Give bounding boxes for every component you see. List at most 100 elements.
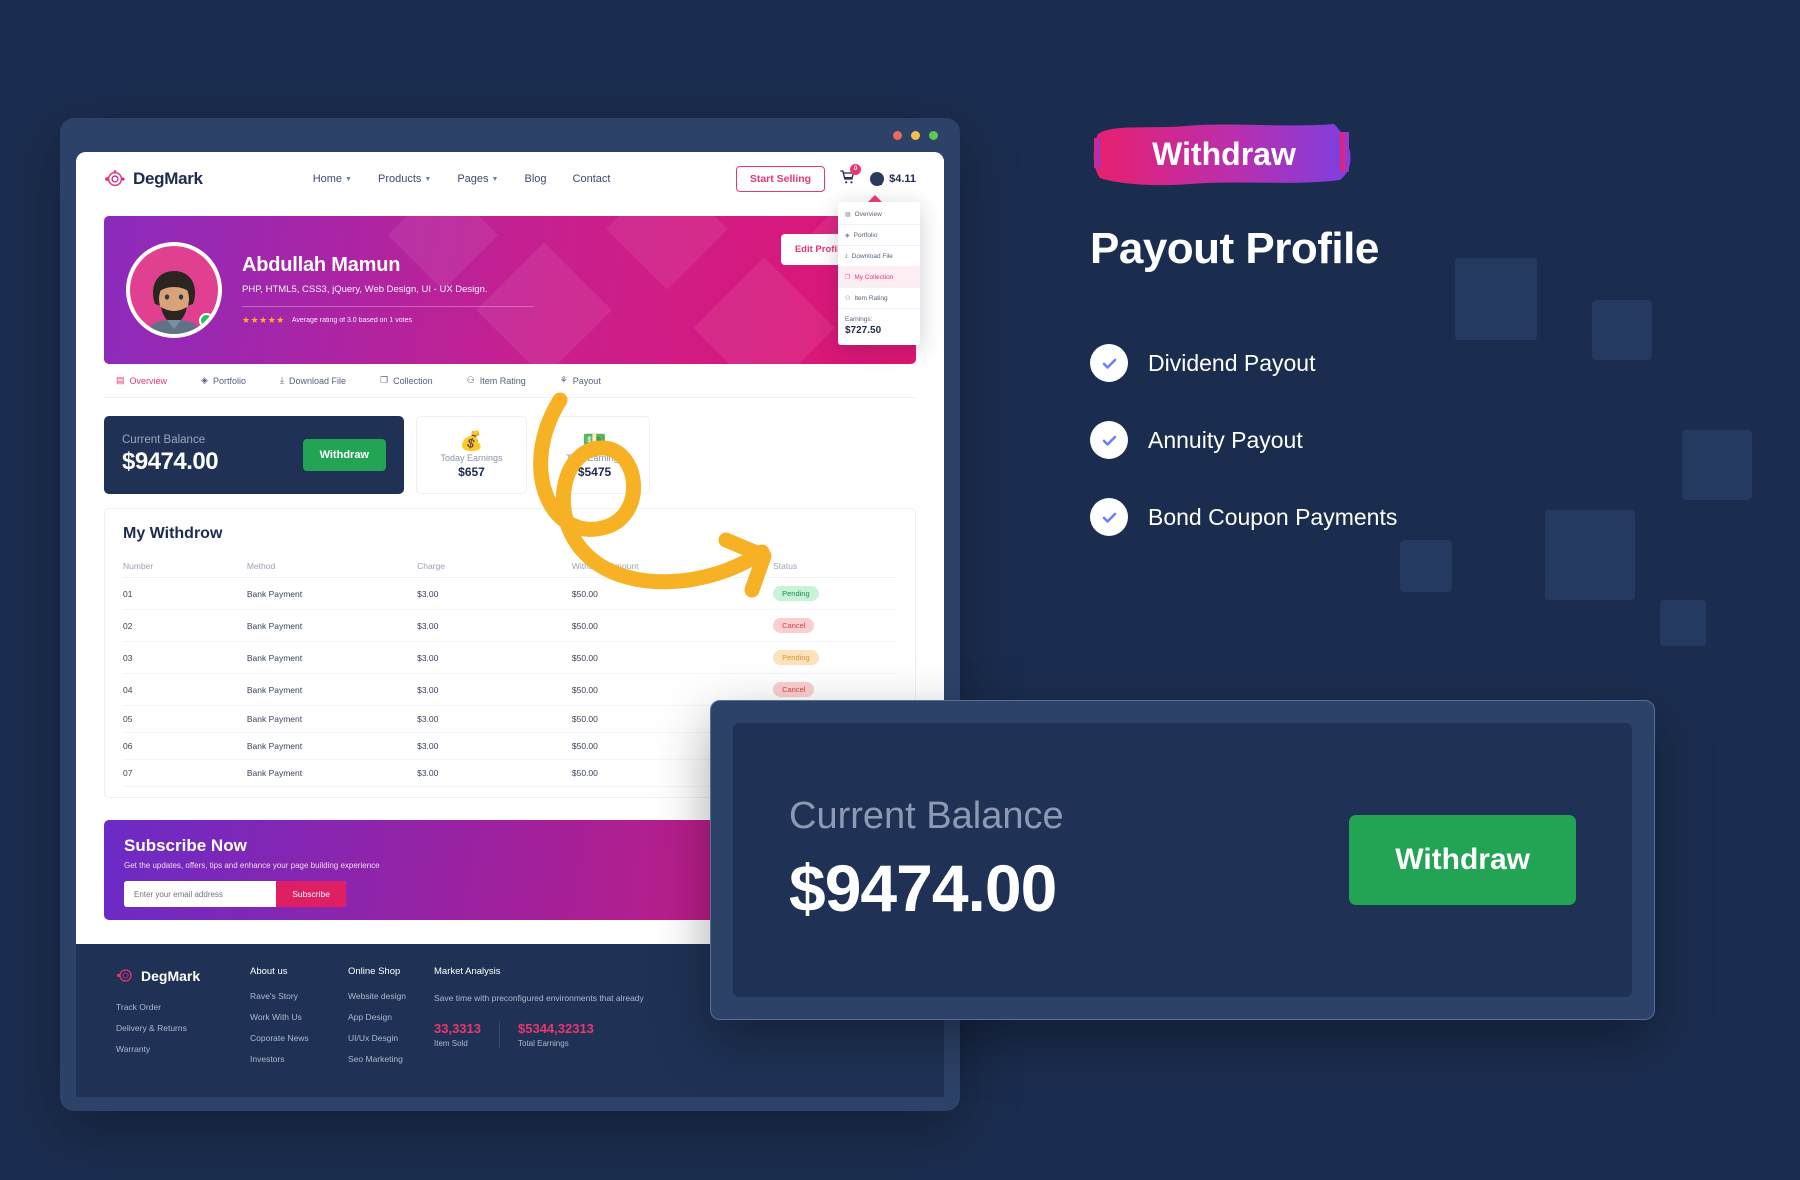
- row-number: 07: [123, 759, 247, 787]
- footer-about-column: About us Rave's Story Work With Us Copor…: [250, 966, 348, 1075]
- email-input[interactable]: [124, 881, 277, 907]
- cart-button[interactable]: 0: [839, 163, 862, 190]
- balance-zoom-callout: Current Balance $9474.00 Withdraw: [710, 700, 1655, 1020]
- nav-item-home[interactable]: Home ▼: [313, 173, 352, 185]
- total-earnings-value: $5475: [577, 464, 612, 479]
- col-status: Status: [773, 555, 897, 578]
- tab-collection[interactable]: ❐ Collection: [380, 375, 433, 386]
- tab-portfolio[interactable]: ◈ Portfolio: [201, 375, 246, 386]
- row-method: Bank Payment: [246, 759, 418, 787]
- table-row: 02 Bank Payment $3.00 $50.00 Cancel: [123, 609, 897, 642]
- row-method: Bank Payment: [246, 673, 418, 706]
- footer-heading-market-analysis: Market Analysis: [434, 966, 501, 977]
- footer-link-ui-ux-design[interactable]: UI/Ux Desgin: [348, 1033, 434, 1043]
- profile-skills: PHP, HTML5, CSS3, jQuery, Web Design, UI…: [242, 284, 488, 295]
- download-icon: ⤓: [279, 375, 284, 385]
- check-circle-icon: [1090, 344, 1128, 382]
- user-avatar-icon: [870, 172, 885, 186]
- money-stack-icon: 💵: [582, 430, 607, 452]
- checklist-label: Annuity Payout: [1148, 426, 1303, 453]
- window-maximize-dot[interactable]: [929, 130, 938, 140]
- today-earnings-value: $657: [458, 464, 485, 479]
- footer-link-work-with-us[interactable]: Work With Us: [250, 1012, 348, 1022]
- today-earnings-label: Today Earnings: [440, 452, 503, 463]
- footer-link-investors[interactable]: Investors: [250, 1054, 348, 1064]
- stat-value: 33,3313: [434, 1021, 481, 1037]
- row-charge: $3.00: [417, 641, 572, 674]
- nav-item-blog[interactable]: Blog: [524, 173, 546, 185]
- subscribe-button[interactable]: Subscribe: [276, 881, 346, 907]
- stat-value: $5344,32313: [518, 1021, 594, 1037]
- nav-item-contact[interactable]: Contact: [573, 173, 611, 185]
- footer-logo[interactable]: DegMark: [116, 966, 250, 985]
- withdraw-panel-title: My Withdrow: [123, 525, 223, 542]
- row-method: Bank Payment: [246, 732, 418, 760]
- brand-logo[interactable]: DegMark: [104, 168, 203, 190]
- row-charge: $3.00: [417, 759, 572, 787]
- total-earnings-card: 💵 Total Earnings $5475: [539, 416, 650, 494]
- footer-link-raves-story[interactable]: Rave's Story: [250, 991, 348, 1001]
- tab-payout[interactable]: ⚘ Payout: [560, 375, 601, 386]
- col-number: Number: [123, 555, 247, 578]
- col-charge: Charge: [417, 555, 572, 578]
- balance-amount: $4.11: [889, 173, 916, 185]
- footer-link-track-order[interactable]: Track Order: [116, 1002, 250, 1012]
- footer-link-website-design[interactable]: Website design: [348, 991, 434, 1001]
- bg-square: [1660, 600, 1706, 646]
- dropdown-item-download-file[interactable]: ⤓ Download File: [838, 246, 920, 267]
- window-minimize-dot[interactable]: [911, 130, 920, 140]
- balance-label: Current Balance: [122, 434, 206, 446]
- row-amount: $50.00: [571, 609, 774, 642]
- checklist-item-dividend-payout: Dividend Payout: [1090, 344, 1750, 382]
- window-titlebar: [60, 118, 960, 152]
- checklist-item-bond-coupon-payments: Bond Coupon Payments: [1090, 498, 1750, 536]
- user-balance[interactable]: $4.11: [870, 172, 916, 186]
- zoom-withdraw-button[interactable]: Withdraw: [1349, 815, 1576, 905]
- box-icon: ◈: [845, 232, 850, 239]
- tab-overview[interactable]: ▤ Overview: [116, 375, 167, 386]
- window-close-dot[interactable]: [893, 130, 902, 140]
- row-method: Bank Payment: [246, 609, 418, 642]
- nav-item-pages[interactable]: Pages ▼: [457, 173, 498, 185]
- row-charge: $3.00: [417, 705, 572, 733]
- row-status: Cancel: [773, 609, 897, 642]
- table-header-row: Number Method Charge Withdraw Amount Sta…: [123, 555, 897, 578]
- subscribe-form: Subscribe: [124, 881, 346, 907]
- profile-hero-banner: Abdullah Mamun PHP, HTML5, CSS3, jQuery,…: [104, 216, 916, 364]
- avatar-illustration: [149, 271, 199, 334]
- right-content-column: Withdraw Payout Profile Dividend Payout …: [1090, 120, 1750, 575]
- footer-brand-name: DegMark: [141, 967, 201, 984]
- footer-stat-item-sold: 33,3313 Item Sold: [434, 1021, 481, 1048]
- footer-link-app-design[interactable]: App Design: [348, 1012, 434, 1022]
- row-method: Bank Payment: [246, 577, 418, 610]
- footer-link-coporate-news[interactable]: Coporate News: [250, 1033, 348, 1043]
- tab-download-file[interactable]: ⤓ Download File: [280, 375, 346, 386]
- user-dropdown-menu: ▤ Overview ◈ Portfolio ⤓ Download File ❐…: [838, 195, 920, 345]
- footer-heading-online-shop: Online Shop: [348, 966, 401, 977]
- row-charge: $3.00: [417, 609, 572, 642]
- nav-item-products[interactable]: Products ▼: [378, 173, 431, 185]
- dropdown-item-my-collection[interactable]: ❐ My Collection: [838, 267, 920, 288]
- row-charge: $3.00: [417, 673, 572, 706]
- checklist-label: Dividend Payout: [1148, 349, 1316, 376]
- box-icon: ◈: [201, 375, 208, 385]
- footer-market-column: Market Analysis Save time with preconfig…: [434, 966, 674, 1075]
- row-number: 05: [123, 705, 247, 733]
- footer-link-delivery-returns[interactable]: Delivery & Returns: [116, 1023, 250, 1033]
- withdraw-button[interactable]: Withdraw: [302, 439, 386, 471]
- stat-label: Total Earnings: [518, 1039, 569, 1049]
- dropdown-item-portfolio[interactable]: ◈ Portfolio: [838, 225, 920, 246]
- start-selling-button[interactable]: Start Selling: [735, 166, 826, 192]
- site-navbar: DegMark Home ▼ Products ▼ Pages ▼ Blog Cont…: [76, 152, 944, 345]
- profile-tabbar: ▤ Overview ◈ Portfolio ⤓ Download File ❐…: [104, 364, 916, 398]
- tab-item-rating[interactable]: ⚇ Item Rating: [467, 375, 526, 386]
- row-method: Bank Payment: [246, 641, 418, 674]
- chevron-down-icon: ▼: [345, 175, 352, 183]
- footer-link-seo-marketing[interactable]: Seo Marketing: [348, 1054, 434, 1064]
- row-amount: $50.00: [571, 577, 774, 610]
- dropdown-item-overview[interactable]: ▤ Overview: [838, 204, 920, 225]
- chevron-down-icon: ▼: [424, 175, 432, 183]
- dropdown-item-item-rating[interactable]: ⚇ Item Rating: [838, 288, 920, 309]
- today-earnings-card: 💰 Today Earnings $657: [416, 416, 527, 494]
- footer-link-warranty[interactable]: Warranty: [116, 1044, 250, 1054]
